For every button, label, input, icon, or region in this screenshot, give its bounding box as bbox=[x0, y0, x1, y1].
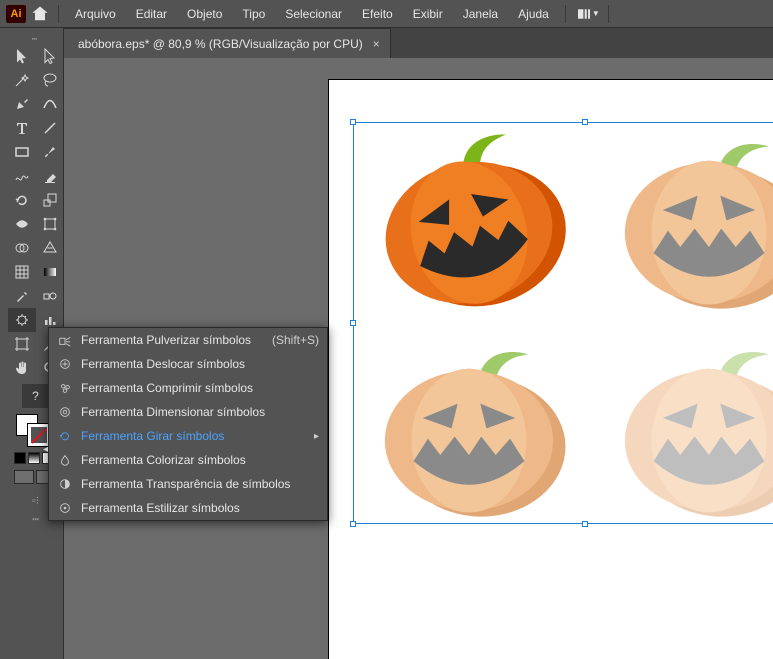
selection-bounds bbox=[353, 122, 773, 524]
flyout-item-symbol-screener[interactable]: Ferramenta Transparência de símbolos bbox=[49, 472, 327, 496]
menu-arquivo[interactable]: Arquivo bbox=[67, 3, 124, 25]
free-transform-tool-icon[interactable] bbox=[36, 212, 64, 236]
menu-efeito[interactable]: Efeito bbox=[354, 3, 401, 25]
artboard-tool-icon[interactable] bbox=[8, 332, 36, 356]
rectangle-tool-icon[interactable] bbox=[8, 140, 36, 164]
gradient-chip[interactable] bbox=[28, 452, 40, 464]
symbol-spinner-icon bbox=[57, 428, 73, 444]
paintbrush-tool-icon[interactable] bbox=[36, 140, 64, 164]
divider bbox=[608, 5, 609, 23]
app-badge: Ai bbox=[6, 5, 26, 23]
mesh-tool-icon[interactable] bbox=[8, 260, 36, 284]
rotate-tool-icon[interactable] bbox=[8, 188, 36, 212]
edit-toolbar-button[interactable]: ? bbox=[22, 384, 50, 408]
panel-gutter: ⋮⋮ bbox=[0, 28, 8, 659]
menu-selecionar[interactable]: Selecionar bbox=[277, 3, 350, 25]
width-tool-icon[interactable] bbox=[8, 212, 36, 236]
draw-normal-icon[interactable] bbox=[14, 470, 34, 484]
selection-handle[interactable] bbox=[350, 521, 356, 527]
eraser-tool-icon[interactable] bbox=[36, 164, 64, 188]
symbol-scruncher-icon bbox=[57, 380, 73, 396]
arrange-documents-icon[interactable]: ▼ bbox=[578, 4, 600, 24]
menu-objeto[interactable]: Objeto bbox=[179, 3, 230, 25]
divider bbox=[565, 5, 566, 23]
document-tab-label: abóbora.eps* @ 80,9 % (RGB/Visualização … bbox=[78, 37, 363, 51]
perspective-grid-tool-icon[interactable] bbox=[36, 236, 64, 260]
divider bbox=[58, 5, 59, 23]
close-tab-icon[interactable]: × bbox=[373, 37, 380, 51]
selection-handle[interactable] bbox=[582, 521, 588, 527]
flyout-item-label: Ferramenta Transparência de símbolos bbox=[81, 477, 290, 491]
flyout-item-label: Ferramenta Comprimir símbolos bbox=[81, 381, 253, 395]
home-icon[interactable] bbox=[30, 4, 50, 24]
flyout-item-symbol-sprayer[interactable]: Ferramenta Pulverizar símbolos (Shift+S) bbox=[49, 328, 327, 352]
symbol-tools-flyout: ◂ Ferramenta Pulverizar símbolos (Shift+… bbox=[48, 327, 328, 521]
line-tool-icon[interactable] bbox=[36, 116, 64, 140]
flyout-item-label: Ferramenta Pulverizar símbolos bbox=[81, 333, 251, 347]
stroke-swatch[interactable] bbox=[28, 424, 50, 446]
symbol-screener-icon bbox=[57, 476, 73, 492]
flyout-item-shortcut: (Shift+S) bbox=[272, 333, 319, 347]
menu-ajuda[interactable]: Ajuda bbox=[510, 3, 557, 25]
symbol-sprayer-tool-icon[interactable] bbox=[8, 308, 36, 332]
flyout-item-symbol-spinner[interactable]: Ferramenta Girar símbolos ▸ bbox=[49, 424, 327, 448]
submenu-caret-icon: ▸ bbox=[314, 431, 319, 442]
symbol-shifter-icon bbox=[57, 356, 73, 372]
shaper-tool-icon[interactable] bbox=[8, 164, 36, 188]
flyout-item-symbol-shifter[interactable]: Ferramenta Deslocar símbolos bbox=[49, 352, 327, 376]
hand-tool-icon[interactable] bbox=[8, 356, 36, 380]
panel-grip-icon[interactable]: ┅ bbox=[8, 34, 63, 44]
gradient-tool-icon[interactable] bbox=[36, 260, 64, 284]
color-chip[interactable] bbox=[14, 452, 26, 464]
selection-handle[interactable] bbox=[582, 119, 588, 125]
app-topbar: Ai Arquivo Editar Objeto Tipo Selecionar… bbox=[0, 0, 773, 28]
eyedropper-tool-icon[interactable] bbox=[8, 284, 36, 308]
document-tab[interactable]: abóbora.eps* @ 80,9 % (RGB/Visualização … bbox=[64, 28, 391, 58]
flyout-item-label: Ferramenta Girar símbolos bbox=[81, 429, 224, 443]
direct-selection-tool-icon[interactable] bbox=[36, 44, 64, 68]
flyout-item-symbol-styler[interactable]: Ferramenta Estilizar símbolos bbox=[49, 496, 327, 520]
pen-tool-icon[interactable] bbox=[8, 92, 36, 116]
magic-wand-tool-icon[interactable] bbox=[8, 68, 36, 92]
flyout-item-label: Ferramenta Deslocar símbolos bbox=[81, 357, 245, 371]
flyout-item-symbol-stainer[interactable]: Ferramenta Colorizar símbolos bbox=[49, 448, 327, 472]
lasso-tool-icon[interactable] bbox=[36, 68, 64, 92]
selection-handle[interactable] bbox=[350, 119, 356, 125]
menu-tipo[interactable]: Tipo bbox=[234, 3, 273, 25]
symbol-stainer-icon bbox=[57, 452, 73, 468]
shape-builder-tool-icon[interactable] bbox=[8, 236, 36, 260]
curvature-tool-icon[interactable] bbox=[36, 92, 64, 116]
menu-editar[interactable]: Editar bbox=[128, 3, 175, 25]
symbol-sizer-icon bbox=[57, 404, 73, 420]
flyout-item-label: Ferramenta Colorizar símbolos bbox=[81, 453, 246, 467]
menu-janela[interactable]: Janela bbox=[455, 3, 506, 25]
selection-tool-icon[interactable] bbox=[8, 44, 36, 68]
document-tab-bar: abóbora.eps* @ 80,9 % (RGB/Visualização … bbox=[64, 28, 773, 58]
symbol-sprayer-icon bbox=[57, 332, 73, 348]
flyout-item-label: Ferramenta Estilizar símbolos bbox=[81, 501, 240, 515]
symbol-styler-icon bbox=[57, 500, 73, 516]
selection-handle[interactable] bbox=[350, 320, 356, 326]
flyout-item-label: Ferramenta Dimensionar símbolos bbox=[81, 405, 265, 419]
menu-exibir[interactable]: Exibir bbox=[405, 3, 451, 25]
flyout-item-symbol-scruncher[interactable]: Ferramenta Comprimir símbolos bbox=[49, 376, 327, 400]
type-tool-icon[interactable] bbox=[8, 116, 36, 140]
blend-tool-icon[interactable] bbox=[36, 284, 64, 308]
chevron-down-icon: ▼ bbox=[592, 9, 600, 18]
scale-tool-icon[interactable] bbox=[36, 188, 64, 212]
flyout-tearoff-icon[interactable]: ◂ bbox=[43, 444, 48, 455]
flyout-item-symbol-sizer[interactable]: Ferramenta Dimensionar símbolos bbox=[49, 400, 327, 424]
